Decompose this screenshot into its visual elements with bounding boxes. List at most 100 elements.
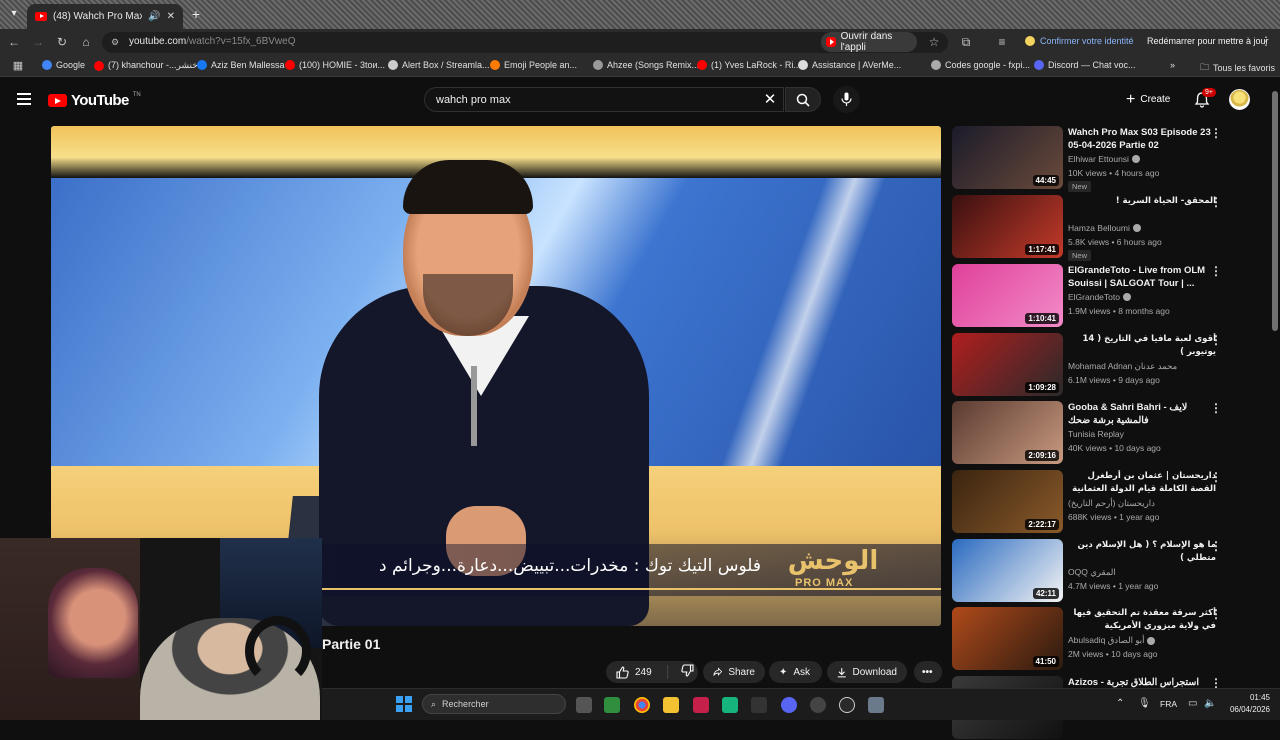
volume-icon[interactable]: 🔈: [1204, 698, 1216, 709]
guide-menu-icon[interactable]: [17, 93, 31, 105]
site-info-icon[interactable]: ⚙: [111, 37, 122, 48]
scrollbar-thumb[interactable]: [1272, 91, 1278, 331]
ask-button[interactable]: ✦ Ask: [769, 661, 822, 683]
channel-name[interactable]: Tunisia Replay: [1068, 429, 1124, 439]
back-arrow-icon[interactable]: ←: [6, 34, 22, 50]
recommendation-item[interactable]: 41:50 أكثر سرقة معقدة تم التحقيق فيها في …: [952, 607, 1272, 671]
recommendation-item[interactable]: 2:09:16 Gooba & Sahri Bahri - لايف فالمشي…: [952, 401, 1272, 465]
media-controls-icon[interactable]: ≡: [994, 34, 1010, 50]
taskbar-clock[interactable]: 01:45 06/04/2026: [1224, 692, 1270, 716]
forward-arrow-icon[interactable]: →: [30, 34, 46, 50]
channel-name[interactable]: Mohamad Adnan محمد عدنان: [1068, 361, 1177, 372]
video-thumbnail[interactable]: 42:11: [952, 539, 1063, 602]
page-scrollbar[interactable]: [1272, 86, 1278, 686]
channel-name[interactable]: Elhiwar Ettounsi: [1068, 154, 1140, 164]
restart-update-button[interactable]: Redémarrer pour mettre à jour: [1147, 36, 1269, 46]
search-button[interactable]: [785, 87, 821, 112]
stream-app-icon[interactable]: [604, 697, 620, 713]
discord-taskbar-icon[interactable]: [781, 697, 797, 713]
file-explorer-icon[interactable]: [663, 697, 679, 713]
more-options-icon[interactable]: ⋮: [1210, 607, 1222, 621]
recommendation-title[interactable]: المحقق- الحياة السرية !: [1068, 195, 1216, 208]
bookmark-item[interactable]: Emoji People an...: [490, 60, 577, 70]
app-icon-green[interactable]: [722, 697, 738, 713]
channel-name[interactable]: ElGrandeToto: [1068, 292, 1131, 302]
more-options-icon[interactable]: ⋮: [1210, 333, 1222, 347]
video-thumbnail[interactable]: 1:09:28: [952, 333, 1063, 396]
recommendation-item[interactable]: 44:45 Wahch Pro Max S03 Episode 23 05-04-…: [952, 126, 1272, 192]
home-icon[interactable]: ⌂: [78, 34, 94, 50]
recommendation-title[interactable]: ما هو الإسلام ؟ ( هل الإسلام دين متطلي ): [1068, 539, 1216, 565]
windows-start-icon[interactable]: [396, 696, 412, 712]
more-options-icon[interactable]: ⋮: [1210, 126, 1222, 140]
more-options-icon[interactable]: ⋮: [1210, 539, 1222, 553]
media-player-icon[interactable]: [839, 697, 855, 713]
bookmark-item[interactable]: (100) HOMIE - 3toи...: [285, 60, 385, 70]
bookmark-item[interactable]: Discord — Chat voc...: [1034, 60, 1136, 70]
recommendation-item[interactable]: 1:17:41 المحقق- الحياة السرية ! Hamza Bell…: [952, 195, 1272, 261]
channel-name[interactable]: OQQ المقري: [1068, 567, 1116, 578]
tab-search-icon[interactable]: ▾: [6, 6, 22, 22]
recommendation-title[interactable]: Gooba & Sahri Bahri - لايف فالمشية برشة …: [1068, 401, 1216, 427]
create-button[interactable]: + Create: [1120, 88, 1178, 111]
like-button[interactable]: 249: [606, 665, 668, 679]
recommendation-title[interactable]: أكثر سرقة معقدة تم التحقيق فيها في ولاية…: [1068, 607, 1216, 633]
video-thumbnail[interactable]: 2:22:17: [952, 470, 1063, 533]
chrome-taskbar-icon[interactable]: [634, 697, 650, 713]
recommendation-title[interactable]: ElGrandeToto - Live from OLM Souissi | S…: [1068, 264, 1216, 290]
new-tab-button[interactable]: +: [188, 6, 204, 22]
open-in-app-button[interactable]: Ouvrir dans l'appli: [821, 31, 917, 53]
recommendation-item[interactable]: 1:09:28 أقوى لعبة مافيا في التاريخ ( 14 ي…: [952, 333, 1272, 397]
bookmarks-overflow-icon[interactable]: »: [1170, 60, 1175, 70]
app-icon-a[interactable]: [693, 697, 709, 713]
recommendation-title[interactable]: داريحستان | عثمان بن أرطغرل القصة الكامل…: [1068, 470, 1216, 497]
bookmark-item[interactable]: Alert Box / Streamla...: [388, 60, 490, 70]
extensions-icon[interactable]: ⧉: [958, 34, 974, 50]
search-input[interactable]: wahch pro max: [424, 87, 784, 112]
share-button[interactable]: Share: [703, 661, 765, 683]
channel-name[interactable]: داريحستان (أرحم التاريخ): [1068, 498, 1155, 509]
voice-search-button[interactable]: [833, 86, 860, 113]
chrome-menu-icon[interactable]: ⋮: [1260, 34, 1272, 48]
bookmark-item[interactable]: Assistance | AVerMe...: [798, 60, 901, 70]
dislike-button[interactable]: [674, 664, 694, 680]
channel-name[interactable]: Hamza Belloumi: [1068, 223, 1141, 233]
taskbar-search-input[interactable]: ⌕ Rechercher: [422, 694, 566, 714]
verify-identity-button[interactable]: Confirmer votre identité: [1025, 36, 1134, 46]
video-thumbnail[interactable]: 2:09:16: [952, 401, 1063, 464]
video-thumbnail[interactable]: 1:17:41: [952, 195, 1063, 258]
account-avatar[interactable]: [1229, 89, 1250, 110]
task-view-icon[interactable]: [576, 697, 592, 713]
all-favorites-button[interactable]: 🗀 Tous les favoris: [1200, 60, 1275, 76]
recommendation-item[interactable]: 2:22:17 داريحستان | عثمان بن أرطغرل القصة…: [952, 470, 1272, 534]
video-thumbnail[interactable]: 41:50: [952, 607, 1063, 670]
channel-name[interactable]: Abulsadiq أبو الصادق: [1068, 635, 1156, 646]
recommendation-title[interactable]: أقوى لعبة مافيا في التاريخ ( 14 يوتيوبر …: [1068, 333, 1216, 359]
settings-taskbar-icon[interactable]: [868, 697, 884, 713]
tray-overflow-icon[interactable]: ⌃: [1116, 698, 1124, 709]
recommendation-item[interactable]: 42:11 ما هو الإسلام ؟ ( هل الإسلام دين مت…: [952, 539, 1272, 603]
more-actions-button[interactable]: •••: [914, 661, 942, 683]
tab-close-icon[interactable]: ✕: [167, 11, 175, 22]
bookmark-item[interactable]: (1) Yves LaRock - Ri...: [697, 60, 801, 70]
more-options-icon[interactable]: ⋮: [1210, 401, 1222, 415]
app-icon-dark[interactable]: [751, 697, 767, 713]
more-options-icon[interactable]: ⋮: [1210, 470, 1222, 484]
audio-playing-icon[interactable]: 🔊: [148, 11, 160, 22]
bookmark-star-icon[interactable]: ☆: [926, 34, 942, 50]
obs-taskbar-icon[interactable]: [810, 697, 826, 713]
language-indicator[interactable]: FRA: [1160, 699, 1177, 709]
bookmark-item[interactable]: Ahzee (Songs Remix...: [593, 60, 699, 70]
more-options-icon[interactable]: ⋮: [1210, 195, 1222, 209]
download-button[interactable]: Download: [827, 661, 907, 683]
network-icon[interactable]: ▭: [1188, 698, 1197, 709]
active-tab[interactable]: (48) Wahch Pro Max S03 Ep 🔊 ✕: [27, 4, 183, 29]
clear-search-icon[interactable]: ✕: [761, 90, 779, 108]
youtube-logo[interactable]: YouTube TN: [48, 92, 141, 109]
bookmark-item[interactable]: Aziz Ben Mallessa: [197, 60, 285, 70]
bookmark-item[interactable]: Google: [42, 60, 85, 70]
recommendation-item[interactable]: 1:10:41 ElGrandeToto - Live from OLM Soui…: [952, 264, 1272, 328]
microphone-tray-icon[interactable]: 🎙: [1138, 698, 1151, 709]
bookmark-item[interactable]: (7) khanchour -...خنشر: [94, 60, 198, 71]
apps-grid-icon[interactable]: ▦: [10, 58, 26, 74]
